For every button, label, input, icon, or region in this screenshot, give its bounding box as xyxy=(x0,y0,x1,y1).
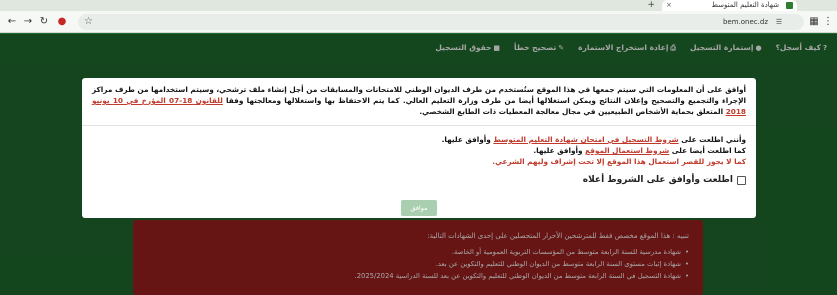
browser-tabstrip: + شهادة التعليم المتوسط × xyxy=(0,0,837,11)
site-terms-link[interactable]: شروط استعمال الموقع xyxy=(585,146,669,155)
terms-line: وأنني اطلعت على شروط التسجيل في امتحان ش… xyxy=(441,135,746,144)
extension-icon[interactable]: ● xyxy=(54,14,70,30)
tab-close-icon[interactable]: × xyxy=(666,0,672,11)
modal-divider xyxy=(82,125,756,126)
consent-paragraph: أوافق على أن المعلومات التي سيتم جمعها ف… xyxy=(92,85,747,116)
site-terms-line: كما اطلعت أيضا على شروط استعمال الموقع و… xyxy=(533,146,746,155)
tab-title: شهادة التعليم المتوسط xyxy=(711,1,779,9)
browser-toolbar: ← → ↻ ● ☆ bem.onec.dz ☰ ▦ ⋮ xyxy=(0,11,837,33)
new-tab-icon[interactable]: + xyxy=(647,0,655,11)
agree-label: اطلعت وأوافق على الشروط أعلاه xyxy=(582,175,733,185)
agree-row[interactable]: اطلعت وأوافق على الشروط أعلاه xyxy=(92,175,746,185)
address-bar[interactable]: ☆ bem.onec.dz ☰ xyxy=(78,14,804,30)
consent-modal: أوافق على أن المعلومات التي سيتم جمعها ف… xyxy=(82,78,756,218)
minors-warning: كما لا يجوز للقصر استعمال هذا الموقع إلا… xyxy=(492,157,746,166)
forward-icon[interactable]: → xyxy=(20,14,36,30)
confirm-button[interactable]: موافق xyxy=(401,200,437,216)
browser-tab[interactable]: شهادة التعليم المتوسط × xyxy=(662,0,797,11)
agree-checkbox[interactable] xyxy=(737,175,746,185)
reload-icon[interactable]: ↻ xyxy=(36,14,52,30)
address-url: bem.onec.dz xyxy=(722,18,768,26)
menu-icon[interactable]: ⋮ xyxy=(820,14,836,30)
bookmark-star-icon[interactable]: ☆ xyxy=(84,14,93,30)
site-info-icon[interactable]: ☰ xyxy=(774,17,784,27)
back-icon[interactable]: ← xyxy=(4,14,20,30)
site-favicon-icon xyxy=(786,2,793,9)
registration-terms-link[interactable]: شروط التسجيل في امتحان شهادة التعليم الم… xyxy=(493,135,678,144)
